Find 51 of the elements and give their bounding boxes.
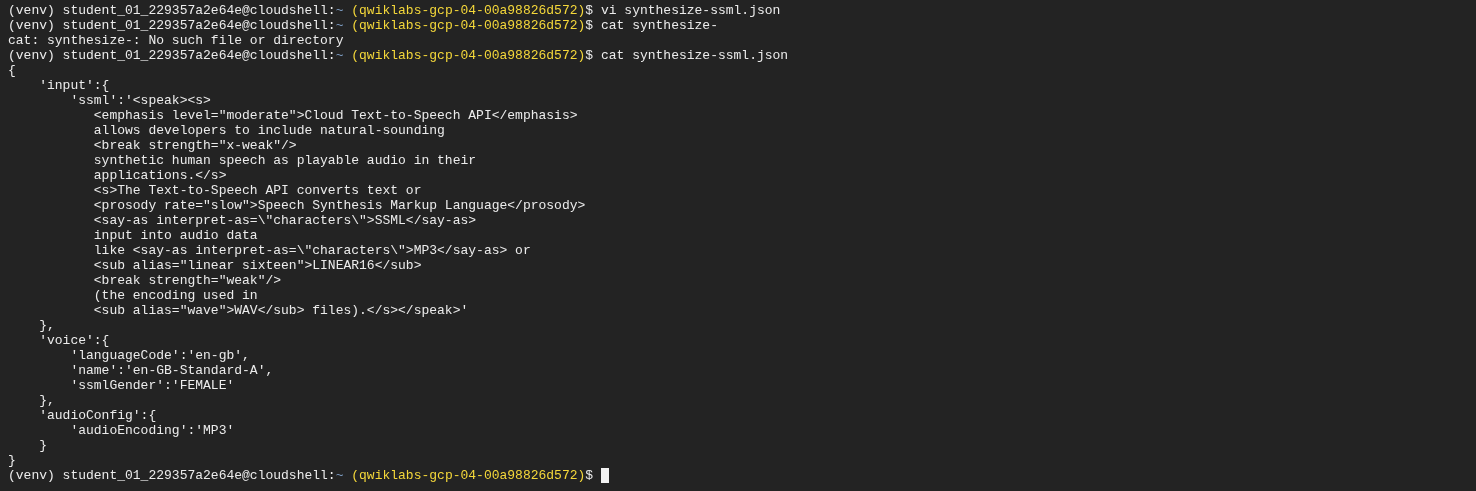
output-line: } xyxy=(8,453,16,468)
prompt-path: ~ xyxy=(335,18,344,33)
output-line: 'name':'en-GB-Standard-A', xyxy=(69,363,274,378)
command-text: cat synthesize-ssml.json xyxy=(600,48,789,63)
output-line: allows developers to include natural-sounding xyxy=(92,123,445,138)
prompt-user-host: student_01_229357a2e64e@cloudshell: xyxy=(62,468,336,483)
prompt-project: (qwiklabs-gcp-04-00a98826d572) xyxy=(351,48,586,63)
prompt-env: (venv) xyxy=(8,468,55,483)
output-line: 'ssml':'<speak><s> xyxy=(69,93,211,108)
prompt-symbol: $ xyxy=(585,18,594,33)
prompt-symbol: $ xyxy=(585,468,594,483)
output-line: 'input':{ xyxy=(38,78,110,93)
command-text: cat synthesize- xyxy=(600,18,718,33)
output-line: applications.</s> xyxy=(92,168,227,183)
output-line: <sub alias="linear sixteen">LINEAR16</sub> xyxy=(92,258,422,273)
output-line: synthetic human speech as playable audio in their xyxy=(92,153,477,168)
output-line: <emphasis level="moderate">Cloud Text-to-Speech API</emphasis> xyxy=(92,108,578,123)
output-line: <break strength="x-weak"/> xyxy=(92,138,297,153)
prompt-env: (venv) xyxy=(8,18,55,33)
prompt-project: (qwiklabs-gcp-04-00a98826d572) xyxy=(351,3,586,18)
output-line: 'audioEncoding':'MP3' xyxy=(69,423,235,438)
output-line: 'ssmlGender':'FEMALE' xyxy=(69,378,235,393)
output-line: input into audio data xyxy=(92,228,258,243)
output-line: cat: synthesize-: No such file or directory xyxy=(8,33,344,48)
output-line: <s>The Text-to-Speech API converts text or xyxy=(92,183,422,198)
prompt-user-host: student_01_229357a2e64e@cloudshell: xyxy=(62,18,336,33)
output-line: (the encoding used in xyxy=(92,288,258,303)
output-line: 'languageCode':'en-gb', xyxy=(69,348,250,363)
prompt-path: ~ xyxy=(335,468,344,483)
output-line: 'voice':{ xyxy=(38,333,110,348)
prompt-path: ~ xyxy=(335,3,344,18)
prompt-env: (venv) xyxy=(8,48,55,63)
prompt-symbol: $ xyxy=(585,3,594,18)
command-text: vi synthesize-ssml.json xyxy=(600,3,781,18)
prompt-project: (qwiklabs-gcp-04-00a98826d572) xyxy=(351,18,586,33)
prompt-user-host: student_01_229357a2e64e@cloudshell: xyxy=(62,48,336,63)
output-line: } xyxy=(38,438,47,453)
output-line: { xyxy=(8,63,16,78)
output-line: <say-as interpret-as=\"characters\">SSML</say-as> xyxy=(92,213,477,228)
prompt-path: ~ xyxy=(335,48,344,63)
prompt-project: (qwiklabs-gcp-04-00a98826d572) xyxy=(351,468,586,483)
output-line: 'audioConfig':{ xyxy=(38,408,157,423)
output-line: <break strength="weak"/> xyxy=(92,273,282,288)
prompt-user-host: student_01_229357a2e64e@cloudshell: xyxy=(62,3,336,18)
output-line: like <say-as interpret-as=\"characters\">MP3</say-as> or xyxy=(92,243,531,258)
output-line: <prosody rate="slow">Speech Synthesis Markup Language</prosody> xyxy=(92,198,586,213)
output-line: }, xyxy=(38,318,55,333)
prompt-symbol: $ xyxy=(585,48,594,63)
output-line: <sub alias="wave">WAV</sub> files).</s></speak>' xyxy=(92,303,469,318)
prompt-env: (venv) xyxy=(8,3,55,18)
output-line: }, xyxy=(38,393,55,408)
